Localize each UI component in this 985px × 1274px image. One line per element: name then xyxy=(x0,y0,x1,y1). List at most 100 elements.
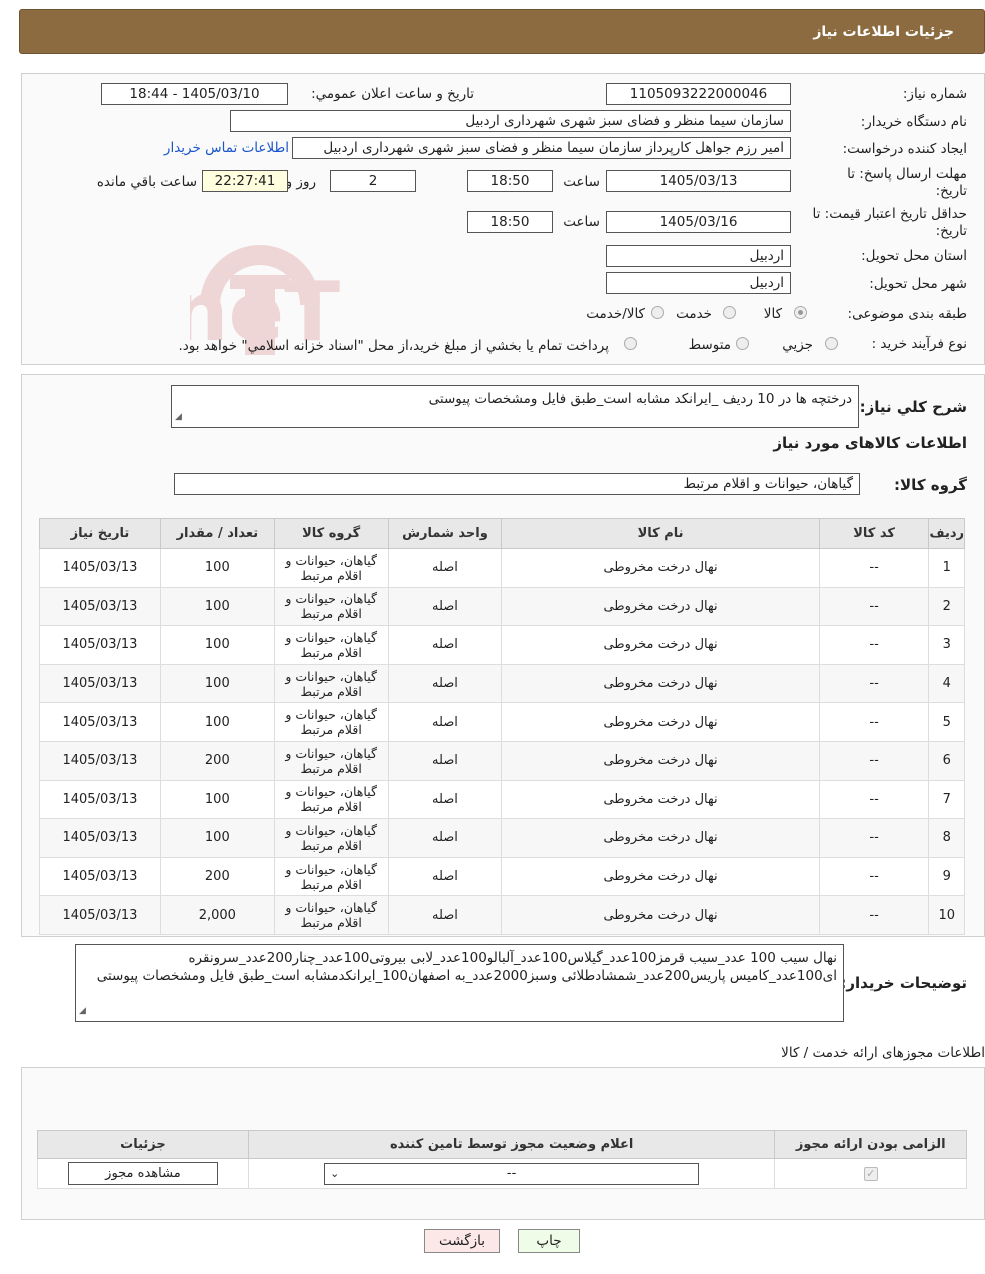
cell-unit: اصله xyxy=(387,740,503,781)
process-option-minor: جزيي xyxy=(782,337,813,353)
cell-unit: اصله xyxy=(387,625,503,665)
cell-item-name: نهال درخت مخروطی xyxy=(501,548,820,588)
cell-quantity: 100 xyxy=(159,702,275,742)
cell-quantity: 200 xyxy=(159,740,275,781)
cell-quantity: 2,000 xyxy=(159,895,275,935)
cell-item-code: -- xyxy=(818,702,930,742)
cell-item-name: نهال درخت مخروطی xyxy=(501,740,820,781)
process-option-medium: متوسط xyxy=(688,337,731,353)
cell-item-name: نهال درخت مخروطی xyxy=(501,586,820,627)
cell-need-date: 1405/03/13 xyxy=(39,856,161,897)
cell-item-name: نهال درخت مخروطی xyxy=(501,779,820,820)
cell-item-code: -- xyxy=(818,586,930,627)
col-quantity: تعداد / مقدار xyxy=(159,518,275,549)
col-need-date: تاريخ نياز xyxy=(39,518,161,549)
cell-unit: اصله xyxy=(387,548,503,588)
process-radio-medium[interactable] xyxy=(736,337,749,350)
table-row: 3 -- نهال درخت مخروطی اصله گیاهان، حیوانات و… xyxy=(39,625,965,665)
cell-group: گیاهان، حیوانات و اقلام مرتبط xyxy=(273,818,389,858)
cell-row-number: 8 xyxy=(928,818,965,858)
announce-label: تاريخ و ساعت اعلان عمومي: xyxy=(311,86,474,102)
description-field: درختچه ها در 10 ردیف _ایرانکد مشابه است_… xyxy=(171,385,859,428)
city-field: اردبیل xyxy=(606,272,791,294)
city-label: شهر محل تحويل: xyxy=(869,276,967,292)
cell-item-name: نهال درخت مخروطی xyxy=(501,895,820,935)
cell-item-name: نهال درخت مخروطی xyxy=(501,856,820,897)
table-row: 5 -- نهال درخت مخروطی اصله گیاهان، حیوانات و… xyxy=(39,702,965,742)
print-button[interactable]: چاپ xyxy=(518,1229,580,1253)
creator-field: امیر رزم جواهل کارپرداز سازمان سیما منظر… xyxy=(292,137,791,159)
col-license-required: الزامی بودن ارائه مجوز xyxy=(774,1130,967,1159)
buyer-notes-field: نهال سیب 100 عدد_سیب قرمز100عدد_گیلاس100… xyxy=(75,944,844,1022)
category-radio-goods[interactable] xyxy=(794,306,807,319)
goods-table: رديف کد کالا نام کالا واحد شمارش گروه کا… xyxy=(39,518,965,935)
back-button[interactable]: بازگشت xyxy=(424,1229,500,1253)
table-row: 10 -- نهال درخت مخروطی اصله گیاهان، حیوانات … xyxy=(39,895,965,935)
process-label: نوع فرآيند خريد : xyxy=(871,336,967,352)
table-row: 6 -- نهال درخت مخروطی اصله گیاهان، حیوانات و… xyxy=(39,740,965,781)
page-title-bar: جزئیات اطلاعات نیاز xyxy=(19,9,985,54)
creator-label: ايجاد کننده درخواست: xyxy=(842,141,967,157)
cell-item-name: نهال درخت مخروطی xyxy=(501,702,820,742)
buyer-contact-link[interactable]: اطلاعات تماس خريدار xyxy=(164,140,289,156)
resize-grip-icon[interactable]: ◢ xyxy=(79,1002,86,1020)
goods-section-title: اطلاعات کالاهای مورد نياز xyxy=(773,434,967,452)
cell-quantity: 200 xyxy=(159,856,275,897)
table-row: 1 -- نهال درخت مخروطی اصله گیاهان، حیوانات و… xyxy=(39,548,965,588)
description-text: درختچه ها در 10 ردیف _ایرانکد مشابه است_… xyxy=(428,391,852,407)
cell-quantity: 100 xyxy=(159,586,275,627)
buyer-notes-text: نهال سیب 100 عدد_سیب قرمز100عدد_گیلاس100… xyxy=(96,950,837,984)
category-label: طبقه بندی موضوعی: xyxy=(847,306,967,322)
col-item-code: کد کالا xyxy=(818,518,930,549)
cell-group: گیاهان، حیوانات و اقلام مرتبط xyxy=(273,779,389,820)
process-radio-minor[interactable] xyxy=(825,337,838,350)
category-radio-goods-service[interactable] xyxy=(651,306,664,319)
view-license-button[interactable]: مشاهده مجوز xyxy=(67,1162,218,1185)
category-option-service: خدمت xyxy=(676,306,712,322)
table-row: 9 -- نهال درخت مخروطی اصله گیاهان، حیوانات و… xyxy=(39,856,965,897)
province-field: اردبیل xyxy=(606,245,791,267)
cell-row-number: 2 xyxy=(928,586,965,627)
chevron-down-icon: ⌄ xyxy=(330,1166,340,1180)
cell-row-number: 10 xyxy=(928,895,965,935)
process-radio-treasury[interactable] xyxy=(624,337,637,350)
licenses-table: الزامی بودن ارائه مجوز اعلام وضعيت مجوز … xyxy=(37,1130,967,1189)
cell-group: گیاهان، حیوانات و اقلام مرتبط xyxy=(273,702,389,742)
validity-date-field: 1405/03/16 xyxy=(606,211,791,233)
licenses-table-header: الزامی بودن ارائه مجوز اعلام وضعيت مجوز … xyxy=(37,1130,967,1159)
table-row: 8 -- نهال درخت مخروطی اصله گیاهان، حیوانات و… xyxy=(39,818,965,858)
cell-row-number: 7 xyxy=(928,779,965,820)
reply-time-field: 18:50 xyxy=(467,170,553,192)
license-status-cell: -- ⌄ xyxy=(247,1158,776,1189)
license-required-cell: ✓ xyxy=(774,1158,967,1189)
col-item-name: نام کالا xyxy=(501,518,820,549)
category-radio-service[interactable] xyxy=(723,306,736,319)
cell-unit: اصله xyxy=(387,779,503,820)
license-row: ✓ -- ⌄ مشاهده مجوز xyxy=(37,1158,967,1189)
cell-group: گیاهان، حیوانات و اقلام مرتبط xyxy=(273,663,389,704)
reply-time-label: ساعت xyxy=(563,174,600,190)
cell-row-number: 1 xyxy=(928,548,965,588)
category-option-goods: كالا xyxy=(763,306,782,322)
cell-need-date: 1405/03/13 xyxy=(39,625,161,665)
goods-group-field: گیاهان، حیوانات و اقلام مرتبط xyxy=(174,473,860,495)
cell-need-date: 1405/03/13 xyxy=(39,548,161,588)
page-title: جزئیات اطلاعات نیاز xyxy=(813,24,954,40)
cell-quantity: 100 xyxy=(159,663,275,704)
cell-row-number: 5 xyxy=(928,702,965,742)
cell-item-code: -- xyxy=(818,818,930,858)
resize-grip-icon[interactable]: ◢ xyxy=(175,408,182,426)
licenses-section-title: اطلاعات مجوزهای ارائه خدمت / کالا xyxy=(781,1045,985,1061)
license-status-select[interactable]: -- ⌄ xyxy=(324,1162,700,1185)
checkbox-icon[interactable]: ✓ xyxy=(863,1167,878,1181)
process-note: پرداخت تمام يا بخشي از مبلغ خريد،از محل … xyxy=(178,338,609,354)
cell-unit: اصله xyxy=(387,895,503,935)
need-number-label: شماره نیاز: xyxy=(902,86,967,102)
cell-item-code: -- xyxy=(818,740,930,781)
cell-unit: اصله xyxy=(387,702,503,742)
table-row: 4 -- نهال درخت مخروطی اصله گیاهان، حیوانات و… xyxy=(39,663,965,704)
announce-field: 1405/03/10 - 18:44 xyxy=(101,83,288,105)
cell-item-code: -- xyxy=(818,548,930,588)
description-label: شرح کلي نياز: xyxy=(859,398,967,416)
license-details-cell: مشاهده مجوز xyxy=(37,1158,249,1189)
